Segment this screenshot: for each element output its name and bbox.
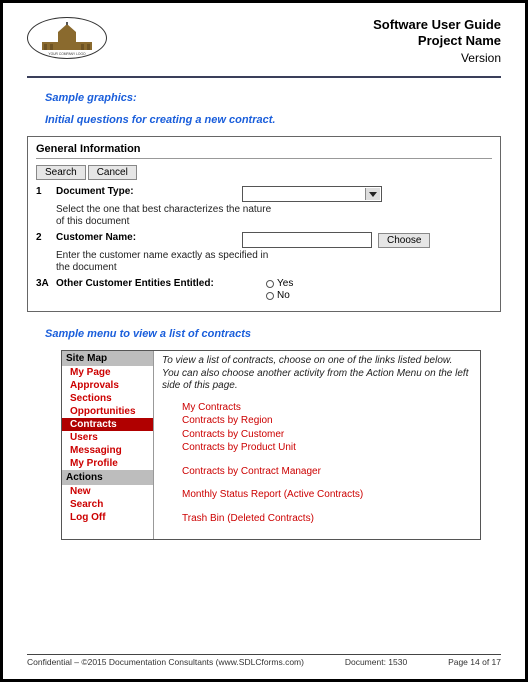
sidebar-item-approvals[interactable]: Approvals <box>62 379 153 392</box>
sidebar-item-messaging[interactable]: Messaging <box>62 444 153 457</box>
contracts-link[interactable]: Contracts by Customer <box>162 428 472 442</box>
radio-icon <box>266 280 274 288</box>
contracts-link[interactable]: Contracts by Region <box>162 414 472 428</box>
row2-num: 2 <box>36 232 50 243</box>
contracts-link[interactable]: Monthly Status Report (Active Contracts) <box>162 488 472 502</box>
action-item-search[interactable]: Search <box>62 498 153 511</box>
document-type-select[interactable] <box>242 186 382 202</box>
page-footer: Confidential – ©2015 Documentation Consu… <box>27 654 501 667</box>
radio-no-label: No <box>277 290 290 301</box>
row-document-type: 1 Document Type: <box>36 186 492 202</box>
menu-intro: To view a list of contracts, choose on o… <box>162 355 472 393</box>
sidebar-item-sections[interactable]: Sections <box>62 392 153 405</box>
radio-icon <box>266 292 274 300</box>
menu-sidebar: Site Map My PageApprovalsSectionsOpportu… <box>62 351 154 539</box>
sidebar-item-my-page[interactable]: My Page <box>62 366 153 379</box>
row3-num: 3A <box>36 278 50 289</box>
row1-num: 1 <box>36 186 50 197</box>
action-item-new[interactable]: New <box>62 485 153 498</box>
page-header: YOUR COMPANY LOGO Software User Guide Pr… <box>27 17 501 72</box>
doc-title: Software User Guide <box>373 17 501 33</box>
footer-mid: Document: 1530 <box>345 657 407 667</box>
row2-label: Customer Name: <box>56 232 236 243</box>
panel-title: General Information <box>36 143 492 159</box>
contracts-menu: Site Map My PageApprovalsSectionsOpportu… <box>61 350 481 540</box>
header-rule <box>27 76 501 78</box>
action-item-log-off[interactable]: Log Off <box>62 511 153 524</box>
row-entities-entitled: 3A Other Customer Entities Entitled: Yes… <box>36 278 492 301</box>
sidebar-item-opportunities[interactable]: Opportunities <box>62 405 153 418</box>
search-button[interactable]: Search <box>36 165 86 180</box>
choose-button[interactable]: Choose <box>378 233 430 248</box>
row1-help: Select the one that best characterizes t… <box>56 204 276 228</box>
radio-yes[interactable]: Yes <box>266 278 293 289</box>
sidebar-item-contracts[interactable]: Contracts <box>62 418 153 431</box>
row1-label: Document Type: <box>56 186 236 197</box>
contracts-link[interactable]: Contracts by Product Unit <box>162 441 472 455</box>
row-customer-name: 2 Customer Name: Choose <box>36 232 492 248</box>
menu-content: To view a list of contracts, choose on o… <box>154 351 480 539</box>
sitemap-header: Site Map <box>62 351 153 366</box>
doc-version: Version <box>373 50 501 67</box>
logo-caption-text: YOUR COMPANY LOGO <box>48 52 86 56</box>
caption-initial-questions: Initial questions for creating a new con… <box>45 114 501 126</box>
radio-no[interactable]: No <box>266 290 293 301</box>
contracts-link[interactable]: Contracts by Contract Manager <box>162 465 472 479</box>
contracts-link[interactable]: My Contracts <box>162 401 472 415</box>
footer-right: Page 14 of 17 <box>448 657 501 667</box>
caption-sample-graphics: Sample graphics: <box>45 92 501 104</box>
general-info-panel: General Information Search Cancel 1 Docu… <box>27 136 501 312</box>
row3-label: Other Customer Entities Entitled: <box>56 278 256 289</box>
actions-header: Actions <box>62 470 153 485</box>
customer-name-input[interactable] <box>242 232 372 248</box>
project-name: Project Name <box>373 33 501 49</box>
row2-help: Enter the customer name exactly as speci… <box>56 250 276 274</box>
sidebar-item-users[interactable]: Users <box>62 431 153 444</box>
company-logo: YOUR COMPANY LOGO <box>27 17 107 59</box>
sidebar-item-my-profile[interactable]: My Profile <box>62 457 153 470</box>
footer-rule <box>27 654 501 655</box>
cancel-button[interactable]: Cancel <box>88 165 137 180</box>
contracts-link[interactable]: Trash Bin (Deleted Contracts) <box>162 512 472 526</box>
header-text: Software User Guide Project Name Version <box>373 17 501 66</box>
caption-sample-menu: Sample menu to view a list of contracts <box>45 328 501 340</box>
document-page: YOUR COMPANY LOGO Software User Guide Pr… <box>0 0 528 682</box>
panel-button-row: Search Cancel <box>36 165 492 180</box>
footer-left: Confidential – ©2015 Documentation Consu… <box>27 657 304 667</box>
radio-yes-label: Yes <box>277 278 293 289</box>
